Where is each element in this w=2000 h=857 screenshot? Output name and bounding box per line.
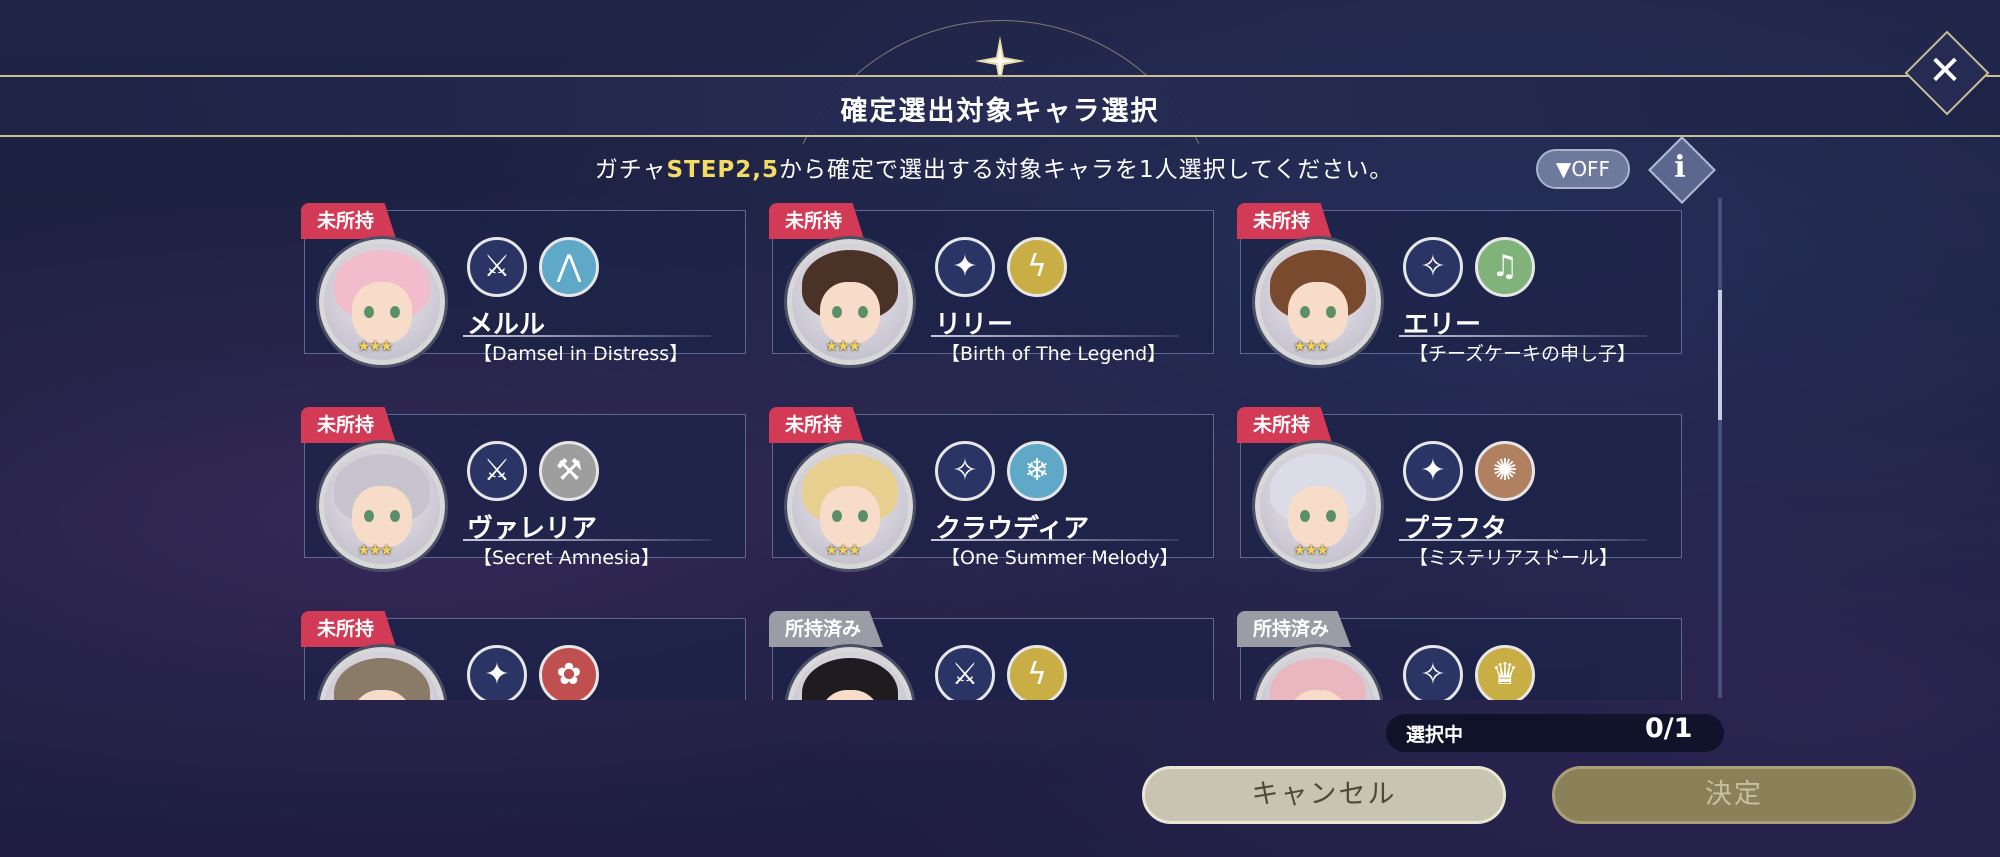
character-card[interactable]: 未所持 ★★★ ⚔ ⚒ ヴァレリア 【Secret Amnesia】 — [301, 407, 746, 569]
name-divider — [463, 539, 711, 541]
character-title: 【One Summer Melody】 — [941, 547, 1179, 569]
rarity-stars: ★★★ — [1293, 337, 1329, 355]
crown-icon: ♛ — [1475, 645, 1535, 700]
ownership-tag: 未所持 — [301, 203, 397, 239]
scrollbar-thumb[interactable] — [1718, 290, 1722, 420]
hammer-icon: ⚒ — [539, 441, 599, 501]
ownership-tag: 所持済み — [769, 611, 884, 647]
cancel-button[interactable]: キャンセル — [1142, 766, 1506, 824]
character-title: 【チーズケーキの申し子】 — [1409, 343, 1637, 365]
name-divider — [931, 539, 1179, 541]
character-portrait — [319, 647, 445, 700]
character-portrait — [787, 647, 913, 700]
selection-label: 選択中 — [1406, 724, 1464, 746]
name-divider — [1399, 539, 1647, 541]
filter-state: OFF — [1571, 157, 1611, 181]
character-title: 【ミステリアスドール】 — [1409, 547, 1619, 569]
character-card[interactable]: 未所持 ★★★ ✧ ❄ クラウディア 【One Summer Melody】 — [769, 407, 1214, 569]
burst-icon: ✺ — [1475, 441, 1535, 501]
sword-icon: ⚔ — [467, 237, 527, 297]
support-icon: ✧ — [935, 441, 995, 501]
wind-icon: ⋀ — [539, 237, 599, 297]
name-divider — [463, 335, 711, 337]
character-card[interactable]: 未所持 ★★★ ✧ ♫ エリー 【チーズケーキの申し子】 — [1237, 203, 1682, 365]
page-title: 確定選出対象キャラ選択 — [840, 96, 1160, 127]
scrollbar-track[interactable] — [1718, 198, 1722, 698]
rarity-stars: ★★★ — [825, 541, 861, 559]
character-card[interactable]: 所持済み ★★★ ⚔ ϟ — [769, 611, 1214, 700]
ownership-tag: 未所持 — [301, 407, 397, 443]
support-icon: ✧ — [1403, 645, 1463, 700]
character-card[interactable]: 所持済み ★★★ ✧ ♛ — [1237, 611, 1682, 700]
rarity-stars: ★★★ — [357, 541, 393, 559]
character-portrait — [1255, 647, 1381, 700]
filter-toggle-button[interactable]: ▼OFF — [1536, 149, 1630, 189]
ownership-tag: 未所持 — [769, 203, 865, 239]
rarity-stars: ★★★ — [1293, 541, 1329, 559]
character-title: 【Secret Amnesia】 — [473, 547, 660, 569]
header-bar: 確定選出対象キャラ選択 — [0, 75, 2000, 137]
character-grid: 未所持 ★★★ ⚔ ⋀ メルル 【Damsel in Distress】 未所持… — [280, 200, 1690, 700]
staff-icon: ✦ — [935, 237, 995, 297]
ownership-tag: 未所持 — [1237, 203, 1333, 239]
character-title: 【Birth of The Legend】 — [941, 343, 1167, 365]
ownership-tag: 未所持 — [769, 407, 865, 443]
ownership-tag: 未所持 — [1237, 407, 1333, 443]
close-icon[interactable]: ✕ — [1917, 43, 1973, 99]
name-divider — [931, 335, 1179, 337]
lightning-icon: ϟ — [1007, 645, 1067, 700]
rarity-stars: ★★★ — [357, 337, 393, 355]
sword-icon: ⚔ — [935, 645, 995, 700]
sword-icon: ⚔ — [467, 441, 527, 501]
name-divider — [1399, 335, 1647, 337]
fire-icon: ✿ — [539, 645, 599, 700]
ice-icon: ❄ — [1007, 441, 1067, 501]
staff-icon: ✦ — [1403, 441, 1463, 501]
character-card[interactable]: 未所持 ★★★ ✦ ✺ プラフタ 【ミステリアスドール】 — [1237, 407, 1682, 569]
character-card[interactable]: 未所持 ★★★ ⚔ ⋀ メルル 【Damsel in Distress】 — [301, 203, 746, 365]
selection-count: 0/1 — [1645, 713, 1693, 744]
confirm-button[interactable]: 決定 — [1552, 766, 1916, 824]
rarity-stars: ★★★ — [825, 337, 861, 355]
ownership-tag: 所持済み — [1237, 611, 1352, 647]
music-icon: ♫ — [1475, 237, 1535, 297]
lightning-icon: ϟ — [1007, 237, 1067, 297]
support-icon: ✧ — [1403, 237, 1463, 297]
character-card[interactable]: 未所持 ★★★ ✦ ✿ — [301, 611, 746, 700]
step-highlight: STEP2,5 — [666, 157, 780, 183]
staff-icon: ✦ — [467, 645, 527, 700]
info-icon[interactable]: i — [1658, 146, 1702, 190]
filter-icon: ▼ — [1555, 157, 1572, 181]
character-card[interactable]: 未所持 ★★★ ✦ ϟ リリー 【Birth of The Legend】 — [769, 203, 1214, 365]
ownership-tag: 未所持 — [301, 611, 397, 647]
character-title: 【Damsel in Distress】 — [473, 343, 689, 365]
